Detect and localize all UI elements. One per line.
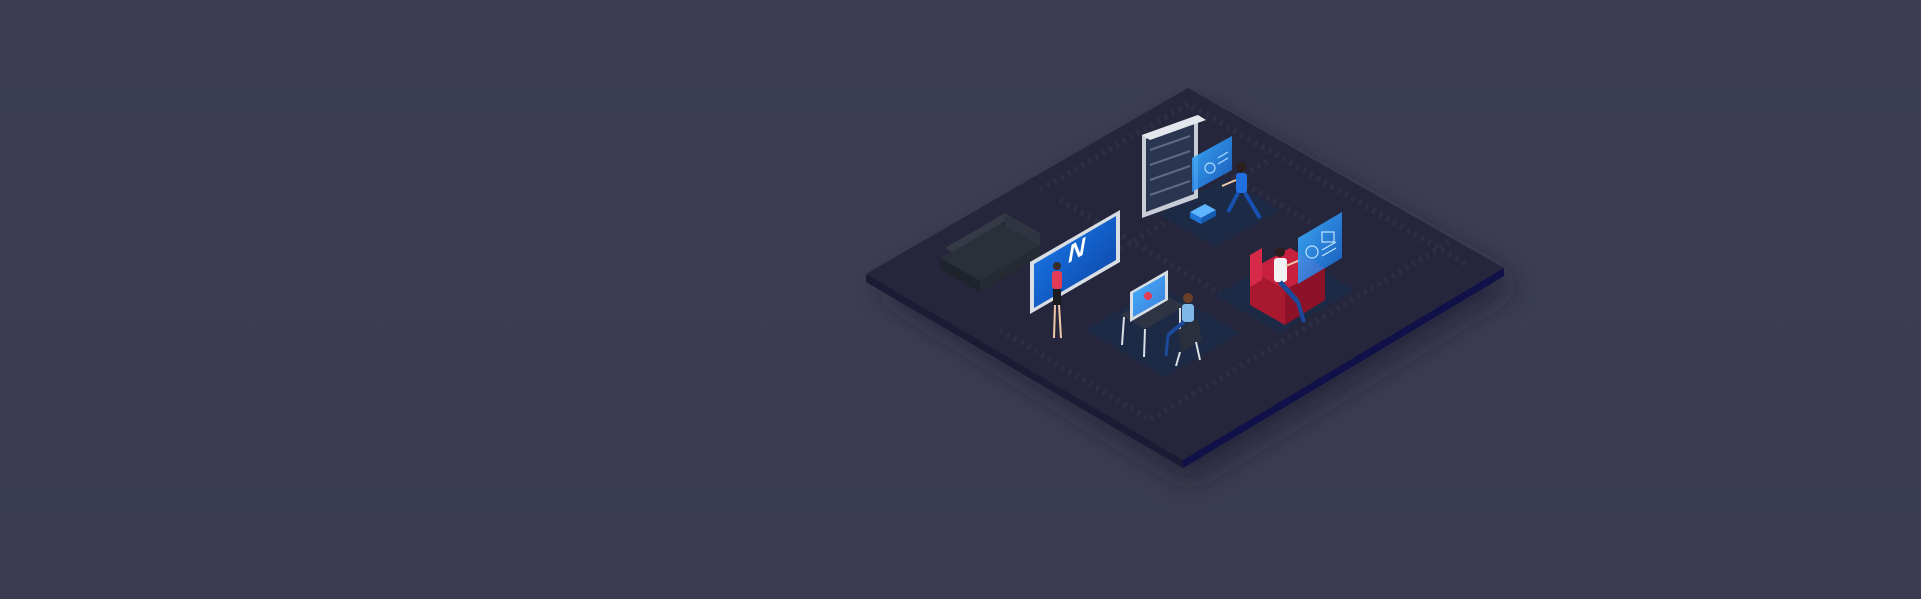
isometric-office-illustration: N bbox=[866, 88, 1515, 480]
